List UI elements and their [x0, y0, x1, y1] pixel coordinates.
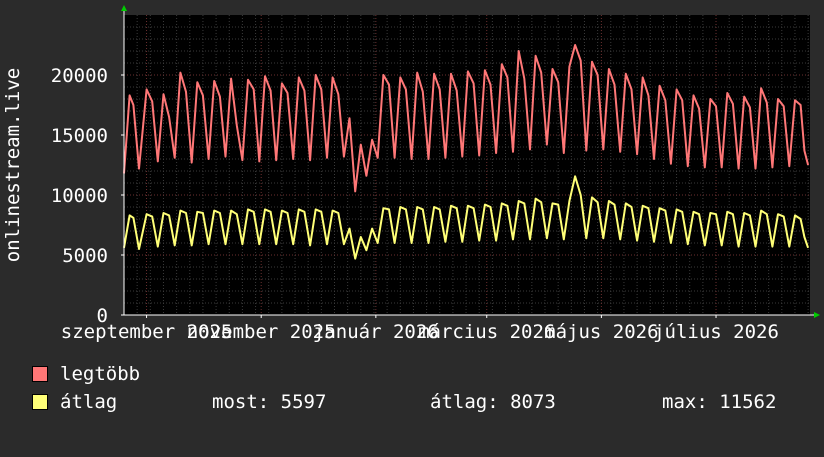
legend-item-average: átlag [32, 391, 117, 413]
y-tick-label: 15000 [51, 125, 108, 147]
y-tick-label: 20000 [51, 65, 108, 87]
legend-label-max: legtöbb [60, 363, 141, 385]
x-tick-label: május 2026 [544, 321, 658, 343]
x-axis-arrow [814, 312, 820, 318]
x-tick-label: március 2026 [418, 321, 555, 343]
legend-label-average: átlag [60, 391, 118, 413]
y-axis-label: onlinestream.live [2, 68, 24, 262]
legend-swatch-average [32, 394, 48, 410]
y-tick-label: 10000 [51, 185, 108, 207]
y-axis-arrow [121, 5, 127, 11]
y-tick-label: 5000 [62, 245, 108, 267]
chart: 05000100001500020000 szeptember 2025nove… [2, 5, 820, 343]
legend-item-max: legtöbb [32, 363, 140, 385]
plot-background [124, 15, 810, 315]
legend-swatch-max [32, 366, 48, 382]
stat-average: átlag: 8073 [430, 391, 556, 413]
x-tick-label: július 2026 [653, 321, 779, 343]
x-tick-labels: szeptember 2025november 2025január 2026m… [61, 315, 779, 343]
stat-current: most: 5597 [212, 391, 327, 413]
stat-max: max: 11562 [662, 391, 777, 413]
y-tick-labels: 05000100001500020000 [51, 65, 124, 327]
